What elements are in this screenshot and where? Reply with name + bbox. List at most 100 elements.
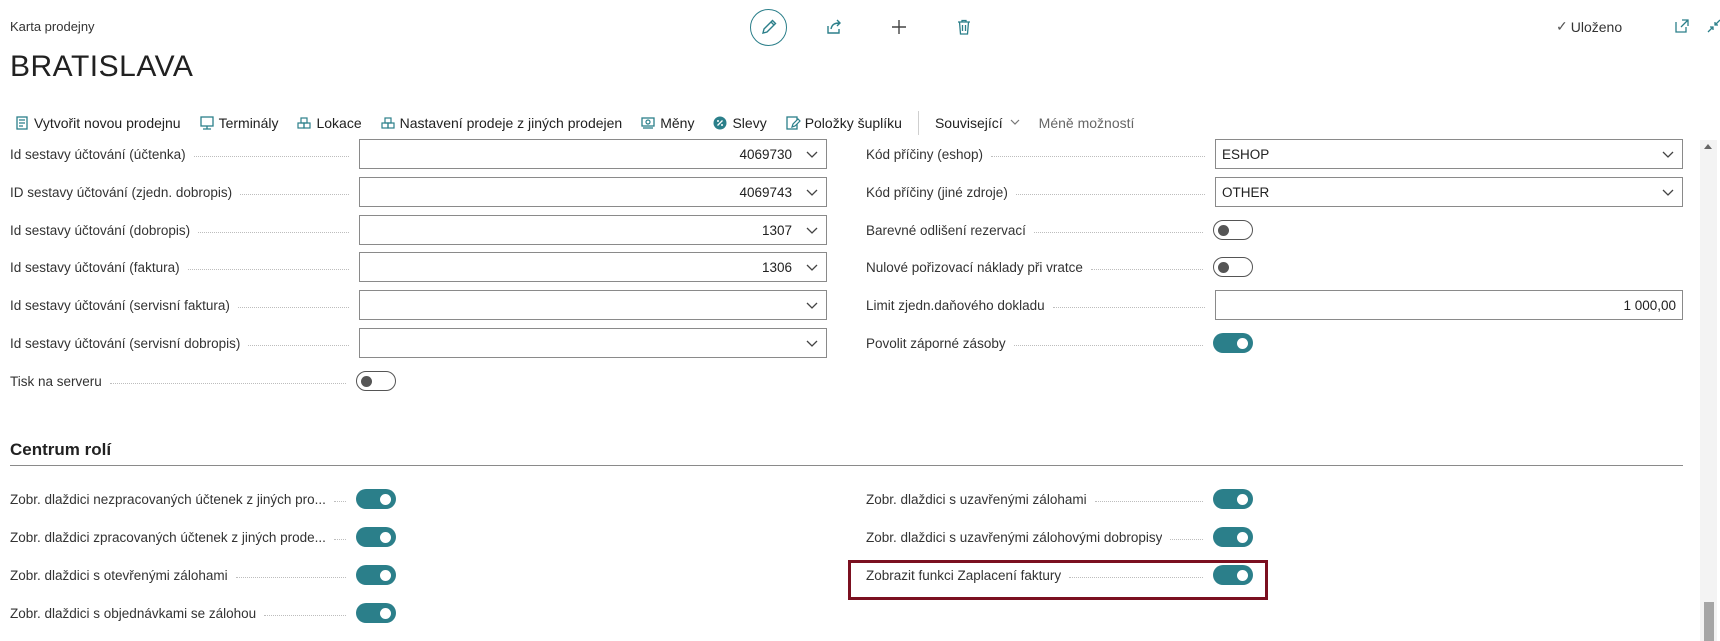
posting-setup-service-credit-field[interactable] [359, 328, 827, 358]
leader-dots [109, 382, 346, 384]
store-settings-button[interactable]: Nastavení prodeje z jiných prodejen [380, 115, 622, 131]
leader-dots [237, 306, 349, 308]
page-caption: Karta prodejny [10, 19, 95, 34]
terminal-icon [199, 115, 215, 131]
leader-dots [1052, 306, 1205, 308]
warehouse-icon [296, 115, 312, 131]
field-label: Zobr. dlaždici s objednávkami se zálohou [10, 605, 257, 621]
delete-icon [958, 19, 970, 35]
leader-dots [1033, 231, 1203, 233]
currency-icon [640, 115, 656, 131]
saved-status: ✓ Uloženo [1556, 18, 1622, 35]
related-menu[interactable]: Související [935, 115, 1021, 131]
leader-dots [1094, 500, 1203, 502]
chevron-down-icon[interactable] [798, 147, 826, 161]
leader-dots [1013, 344, 1203, 346]
color-reservation-toggle[interactable] [1213, 220, 1253, 240]
currencies-label: Měny [660, 115, 695, 131]
discounts-button[interactable]: Slevy [712, 115, 767, 131]
leader-dots [235, 576, 346, 578]
related-label: Související [934, 115, 1003, 131]
field-label: Limit zjedn.daňového dokladu [866, 297, 1045, 313]
new-store-button[interactable]: Vytvořit novou prodejnu [14, 115, 181, 131]
action-ribbon: Vytvořit novou prodejnu Terminály Lokace… [14, 110, 1152, 136]
fewer-options-label: Méně možností [1038, 115, 1135, 131]
posting-setup-simple-credit-field[interactable]: 4069743 [359, 177, 827, 207]
scrollbar-thumb[interactable] [1704, 602, 1714, 641]
posting-setup-service-invoice-field[interactable] [359, 290, 827, 320]
chevron-down-icon[interactable] [1654, 147, 1682, 161]
discounts-label: Slevy [732, 115, 767, 131]
boxes-icon [380, 115, 396, 131]
edit-button[interactable] [750, 8, 787, 46]
field-value: 1307 [761, 222, 792, 238]
field-row: Kód příčiny (eshop) ESHOP [866, 139, 1683, 169]
print-on-server-toggle[interactable] [356, 371, 396, 391]
chevron-down-icon[interactable] [798, 223, 826, 237]
field-value: 4069730 [739, 146, 792, 162]
add-icon [892, 20, 906, 34]
currencies-button[interactable]: Měny [640, 115, 694, 131]
closed-deposits-tile-toggle[interactable] [1213, 489, 1253, 509]
drawer-items-button[interactable]: Položky šuplíku [785, 115, 902, 131]
tax-document-limit-input[interactable]: 1 000,00 [1215, 290, 1683, 320]
field-row: Id sestavy účtování (účtenka) 4069730 [10, 139, 827, 169]
drawer-items-label: Položky šuplíku [804, 115, 902, 131]
chevron-down-icon[interactable] [798, 298, 826, 312]
toggle-row: Zobr. dlaždici s uzavřenými zálohovými d… [866, 522, 1253, 552]
add-button[interactable] [881, 9, 917, 45]
field-label: Kód příčiny (eshop) [866, 146, 984, 162]
scroll-up-arrow-icon[interactable] [1704, 144, 1712, 149]
chevron-down-icon[interactable] [798, 260, 826, 274]
check-icon: ✓ [1556, 18, 1568, 34]
posting-setup-credit-field[interactable]: 1307 [359, 215, 827, 245]
collapse-icon[interactable] [1704, 16, 1720, 36]
saved-label: Uloženo [1570, 18, 1623, 35]
field-label: Tisk na serveru [10, 373, 102, 389]
field-label: Id sestavy účtování (servisní dobropis) [10, 335, 241, 351]
field-row: Id sestavy účtování (dobropis) 1307 [10, 215, 827, 245]
posting-setup-receipt-field[interactable]: 4069730 [359, 139, 827, 169]
unprocessed-receipts-tile-toggle[interactable] [356, 489, 396, 509]
leader-dots [1015, 193, 1205, 195]
deposit-orders-tile-toggle[interactable] [356, 603, 396, 623]
chevron-down-icon[interactable] [798, 336, 826, 350]
field-value: ESHOP [1222, 146, 1270, 162]
field-label: Zobr. dlaždici s otevřenými zálohami [10, 567, 228, 583]
page-title: BRATISLAVA [10, 50, 194, 83]
open-new-window-icon[interactable] [1672, 16, 1692, 36]
toggle-row: Tisk na serveru [10, 366, 396, 396]
field-label: Povolit záporné zásoby [866, 335, 1006, 351]
reason-code-other-select[interactable]: OTHER [1215, 177, 1683, 207]
leader-dots [198, 231, 349, 233]
terminals-label: Terminály [218, 115, 279, 131]
leader-dots [333, 500, 346, 502]
delete-button[interactable] [946, 9, 982, 45]
share-button[interactable] [816, 9, 852, 45]
field-label: Zobr. dlaždici nezpracovaných účtenek z … [10, 491, 326, 507]
leader-dots [1170, 538, 1203, 540]
vertical-scrollbar[interactable] [1700, 140, 1717, 641]
locations-button[interactable]: Lokace [296, 115, 362, 131]
chevron-down-icon[interactable] [798, 185, 826, 199]
section-title[interactable]: Centrum rolí [10, 440, 111, 460]
field-row: Kód příčiny (jiné zdroje) OTHER [866, 177, 1683, 207]
open-deposits-tile-toggle[interactable] [356, 565, 396, 585]
fewer-options-button[interactable]: Méně možností [1039, 115, 1135, 131]
chevron-down-icon[interactable] [1654, 185, 1682, 199]
closed-deposit-credits-tile-toggle[interactable] [1213, 527, 1253, 547]
negative-stock-toggle[interactable] [1213, 333, 1253, 353]
zero-cost-return-toggle[interactable] [1213, 257, 1253, 277]
reason-code-eshop-select[interactable]: ESHOP [1215, 139, 1683, 169]
share-icon [827, 19, 841, 34]
toggle-row: Zobr. dlaždici nezpracovaných účtenek z … [10, 484, 396, 514]
toggle-row: Povolit záporné zásoby [866, 328, 1253, 358]
leader-dots [187, 268, 349, 270]
field-row: Id sestavy účtování (faktura) 1306 [10, 252, 827, 282]
toggle-row: Zobr. dlaždici zpracovaných účtenek z ji… [10, 522, 396, 552]
posting-setup-invoice-field[interactable]: 1306 [359, 252, 827, 282]
terminals-button[interactable]: Terminály [199, 115, 279, 131]
processed-receipts-tile-toggle[interactable] [356, 527, 396, 547]
field-label: Id sestavy účtování (servisní faktura) [10, 297, 230, 313]
field-value: OTHER [1222, 184, 1270, 200]
